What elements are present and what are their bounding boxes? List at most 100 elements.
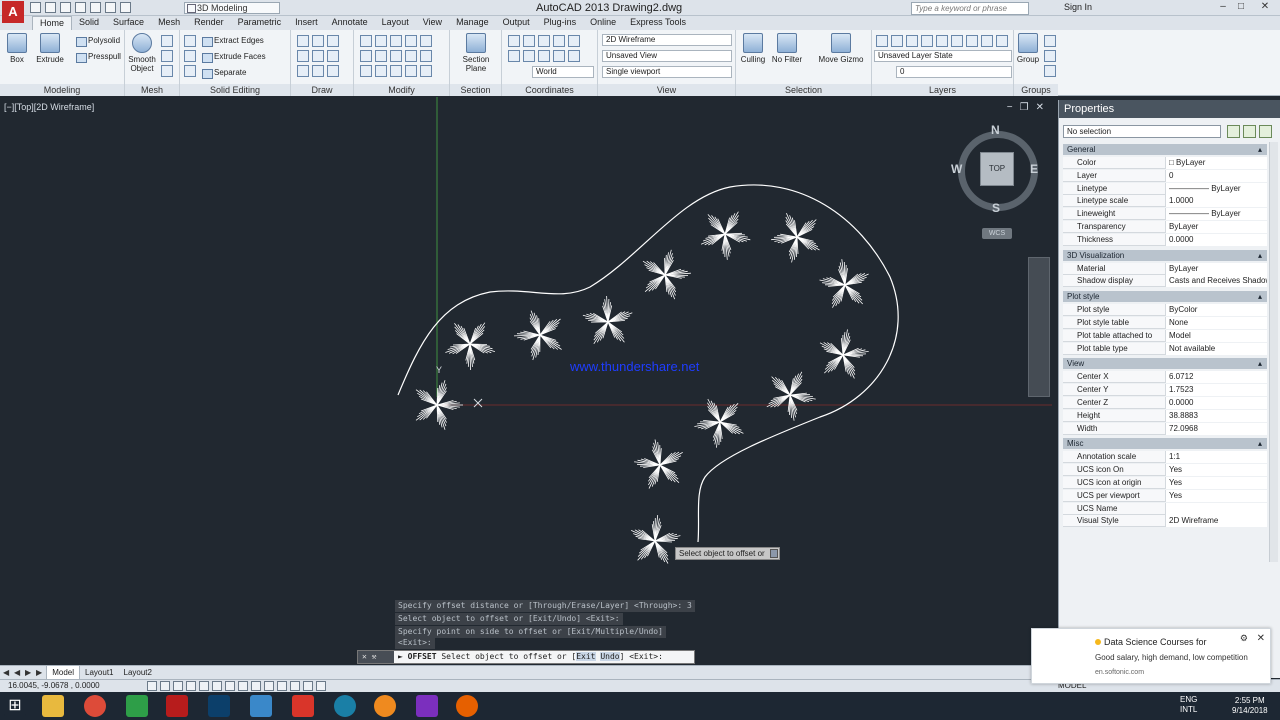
- section-3d-visualization[interactable]: 3D Visualization ▴: [1063, 249, 1267, 261]
- tab-mesh[interactable]: Mesh: [151, 16, 187, 30]
- panel-label-mesh[interactable]: Mesh: [125, 84, 179, 96]
- flower-block[interactable]: [445, 322, 496, 371]
- option-exit[interactable]: Exit: [576, 652, 596, 661]
- next-tab-icon[interactable]: ▶: [25, 666, 33, 679]
- ucs-world-dropdown[interactable]: World: [532, 66, 594, 78]
- tab-online[interactable]: Online: [583, 16, 623, 30]
- section-general[interactable]: General ▴: [1063, 144, 1267, 155]
- ucs-icon[interactable]: [538, 35, 550, 47]
- collapse-icon[interactable]: ▴: [1258, 291, 1262, 302]
- property-value[interactable]: 1.7523: [1165, 384, 1267, 397]
- flower-block[interactable]: [819, 329, 869, 379]
- photoshop-icon[interactable]: [208, 695, 230, 717]
- compass-south[interactable]: S: [992, 201, 1000, 215]
- copy-icon[interactable]: [360, 50, 372, 62]
- dyn-toggle[interactable]: [251, 681, 261, 691]
- panel-label-solid-editing[interactable]: Solid Editing: [180, 84, 290, 96]
- tab-layout[interactable]: Layout: [375, 16, 416, 30]
- ducs-toggle[interactable]: [238, 681, 248, 691]
- property-value[interactable]: 2D Wireframe: [1165, 515, 1267, 528]
- properties-scrollbar[interactable]: [1269, 142, 1278, 562]
- extrude-faces-button[interactable]: Extrude Faces: [202, 52, 266, 63]
- close-command-icon[interactable]: ✕: [362, 652, 367, 661]
- rectangle-icon[interactable]: [312, 50, 324, 62]
- property-value[interactable]: ByLayer: [1165, 262, 1267, 275]
- property-value[interactable]: ————— ByLayer: [1165, 208, 1267, 221]
- panel-label-layers[interactable]: Layers: [872, 84, 1013, 96]
- gear-icon[interactable]: ⚙: [1240, 633, 1248, 644]
- property-value[interactable]: None: [1165, 317, 1267, 329]
- property-row[interactable]: Thickness 0.0000: [1063, 233, 1267, 246]
- flower-block[interactable]: [819, 259, 869, 308]
- viewport-minimize-icon[interactable]: −: [1007, 102, 1013, 113]
- sc-toggle[interactable]: [303, 681, 313, 691]
- property-row[interactable]: Lineweight ————— ByLayer: [1063, 208, 1267, 221]
- mesh-tool-icon[interactable]: [161, 65, 173, 77]
- layer-state-dropdown[interactable]: Unsaved Layer State: [874, 50, 1012, 62]
- flower-block[interactable]: [513, 310, 562, 361]
- app-icon[interactable]: [292, 695, 314, 717]
- property-value[interactable]: 1.0000: [1165, 195, 1267, 208]
- property-value[interactable]: 6.0712: [1165, 371, 1267, 384]
- property-value[interactable]: Model: [1165, 329, 1267, 342]
- maximize-icon[interactable]: □: [1234, 1, 1248, 14]
- ortho-toggle[interactable]: [173, 681, 183, 691]
- close-icon[interactable]: ✕: [1258, 1, 1272, 14]
- property-value[interactable]: Yes: [1165, 489, 1267, 502]
- property-value[interactable]: 38.8883: [1165, 409, 1267, 422]
- selection-dropdown[interactable]: No selection: [1063, 125, 1221, 138]
- collapse-icon[interactable]: ▴: [1258, 438, 1262, 449]
- app-icon[interactable]: [416, 695, 438, 717]
- viewcube-top-face[interactable]: TOP: [980, 152, 1014, 186]
- ucs-icon[interactable]: [508, 35, 520, 47]
- explode-icon[interactable]: [420, 50, 432, 62]
- section-plane-button[interactable]: Section Plane: [459, 33, 493, 73]
- panel-label-coordinates[interactable]: Coordinates: [502, 84, 597, 96]
- app-icon[interactable]: [250, 695, 272, 717]
- chrome-icon[interactable]: [84, 695, 106, 717]
- open-icon[interactable]: [45, 2, 56, 13]
- coordinates-readout[interactable]: 16.0045, -9.0678 , 0.0000: [8, 680, 100, 692]
- start-icon[interactable]: ⊞: [4, 695, 26, 717]
- property-row[interactable]: Plot style ByColor: [1063, 304, 1267, 317]
- section-plot-style[interactable]: Plot style ▴: [1063, 291, 1267, 303]
- tab-solid[interactable]: Solid: [72, 16, 106, 30]
- extend-icon[interactable]: [405, 35, 417, 47]
- flower-block[interactable]: [631, 515, 681, 564]
- trim-icon[interactable]: [390, 35, 402, 47]
- flower-block[interactable]: [771, 213, 820, 263]
- arc-icon[interactable]: [297, 50, 309, 62]
- property-row[interactable]: Material ByLayer: [1063, 262, 1267, 275]
- intersect-icon[interactable]: [184, 65, 196, 77]
- collapse-icon[interactable]: ▴: [1258, 358, 1262, 369]
- panel-label-section[interactable]: Section: [450, 84, 501, 96]
- tab-layout1[interactable]: Layout1: [80, 666, 118, 679]
- tab-layout2[interactable]: Layout2: [119, 666, 157, 679]
- erase-icon[interactable]: [390, 65, 402, 77]
- wcs-menu[interactable]: WCS: [982, 228, 1012, 239]
- property-row[interactable]: Visual Style 2D Wireframe: [1063, 515, 1267, 528]
- ucs-icon[interactable]: [553, 35, 565, 47]
- close-icon[interactable]: ✕: [1257, 633, 1265, 644]
- property-value[interactable]: 0: [1165, 169, 1267, 182]
- panel-label-modeling[interactable]: Modeling: [0, 84, 124, 96]
- navigation-bar[interactable]: [1028, 257, 1050, 397]
- property-row[interactable]: Transparency ByLayer: [1063, 221, 1267, 233]
- group-edit-icon[interactable]: [1044, 50, 1056, 62]
- property-value[interactable]: 72.0968: [1165, 422, 1267, 435]
- quick-select-icon[interactable]: [1259, 125, 1272, 138]
- collapse-icon[interactable]: ▴: [1258, 144, 1262, 155]
- scale-icon[interactable]: [375, 65, 387, 77]
- subtract-icon[interactable]: [184, 50, 196, 62]
- layer-tool-icon[interactable]: [906, 35, 918, 47]
- circle-icon[interactable]: [327, 35, 339, 47]
- property-row[interactable]: UCS icon at origin Yes: [1063, 477, 1267, 489]
- mesh-tool-icon[interactable]: [161, 50, 173, 62]
- property-value[interactable]: Yes: [1165, 464, 1267, 477]
- notification-toast[interactable]: Data Science Courses for Good salary, hi…: [1031, 628, 1271, 684]
- search-icon[interactable]: [334, 695, 356, 717]
- hatch-icon[interactable]: [327, 65, 339, 77]
- am-toggle[interactable]: [316, 681, 326, 691]
- language-indicator[interactable]: ENG INTL: [1180, 695, 1197, 715]
- tab-surface[interactable]: Surface: [106, 16, 151, 30]
